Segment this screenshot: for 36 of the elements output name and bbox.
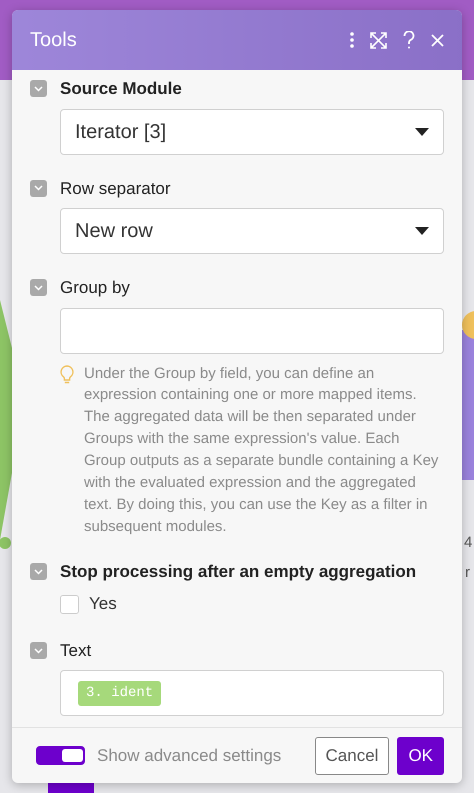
checkbox[interactable] <box>60 594 79 614</box>
toggle-label: Show advanced settings <box>97 744 282 767</box>
select-field[interactable]: New row <box>60 208 444 254</box>
canvas-text: 4 <box>464 533 472 553</box>
field-label: Row separator <box>60 178 171 200</box>
collapse-toggle[interactable] <box>30 279 47 296</box>
canvas-text: r <box>465 563 470 583</box>
collapse-toggle[interactable] <box>30 642 47 659</box>
collapse-toggle[interactable] <box>30 563 47 580</box>
close-icon[interactable] <box>431 34 444 46</box>
field-label: Text <box>60 640 92 662</box>
caret-icon <box>415 128 429 136</box>
collapse-toggle[interactable] <box>30 180 47 197</box>
chevron-icon <box>34 86 43 92</box>
toggle-switch[interactable] <box>36 746 85 765</box>
help-icon[interactable] <box>403 31 415 49</box>
mapped-item-tag: 3. ident <box>78 680 162 706</box>
chevron-icon <box>34 185 43 192</box>
input-field[interactable] <box>60 308 444 354</box>
more-icon[interactable] <box>350 32 354 48</box>
window-title: Tools <box>30 28 78 53</box>
caret-icon <box>415 227 429 235</box>
field-label: Source Module <box>60 78 182 100</box>
select-field[interactable]: Iterator [3] <box>60 108 444 154</box>
collapse-toggle[interactable] <box>30 80 47 98</box>
ok-button[interactable]: OK <box>397 736 444 774</box>
checkbox-label: Yes <box>89 593 117 616</box>
lightbulb-icon <box>60 364 74 384</box>
cancel-button[interactable]: Cancel <box>314 736 390 774</box>
field-label: Stop processing after an empty aggregation <box>60 560 416 583</box>
field-label: Group by <box>60 277 130 299</box>
chevron-icon <box>34 648 43 654</box>
help-text: Under the Group by field, you can define an expression containing one or more mapped items. The aggregated data will be then separated under Groups with the same expression's value. Each Group outputs as a separate bundle containing a Key with the evaluated expression and the aggregated text. By doing this, you can use the Key as a filter in subsequent modules. <box>84 364 440 537</box>
expand-icon[interactable] <box>370 32 387 48</box>
chevron-icon <box>34 568 43 574</box>
chevron-icon <box>34 284 43 291</box>
